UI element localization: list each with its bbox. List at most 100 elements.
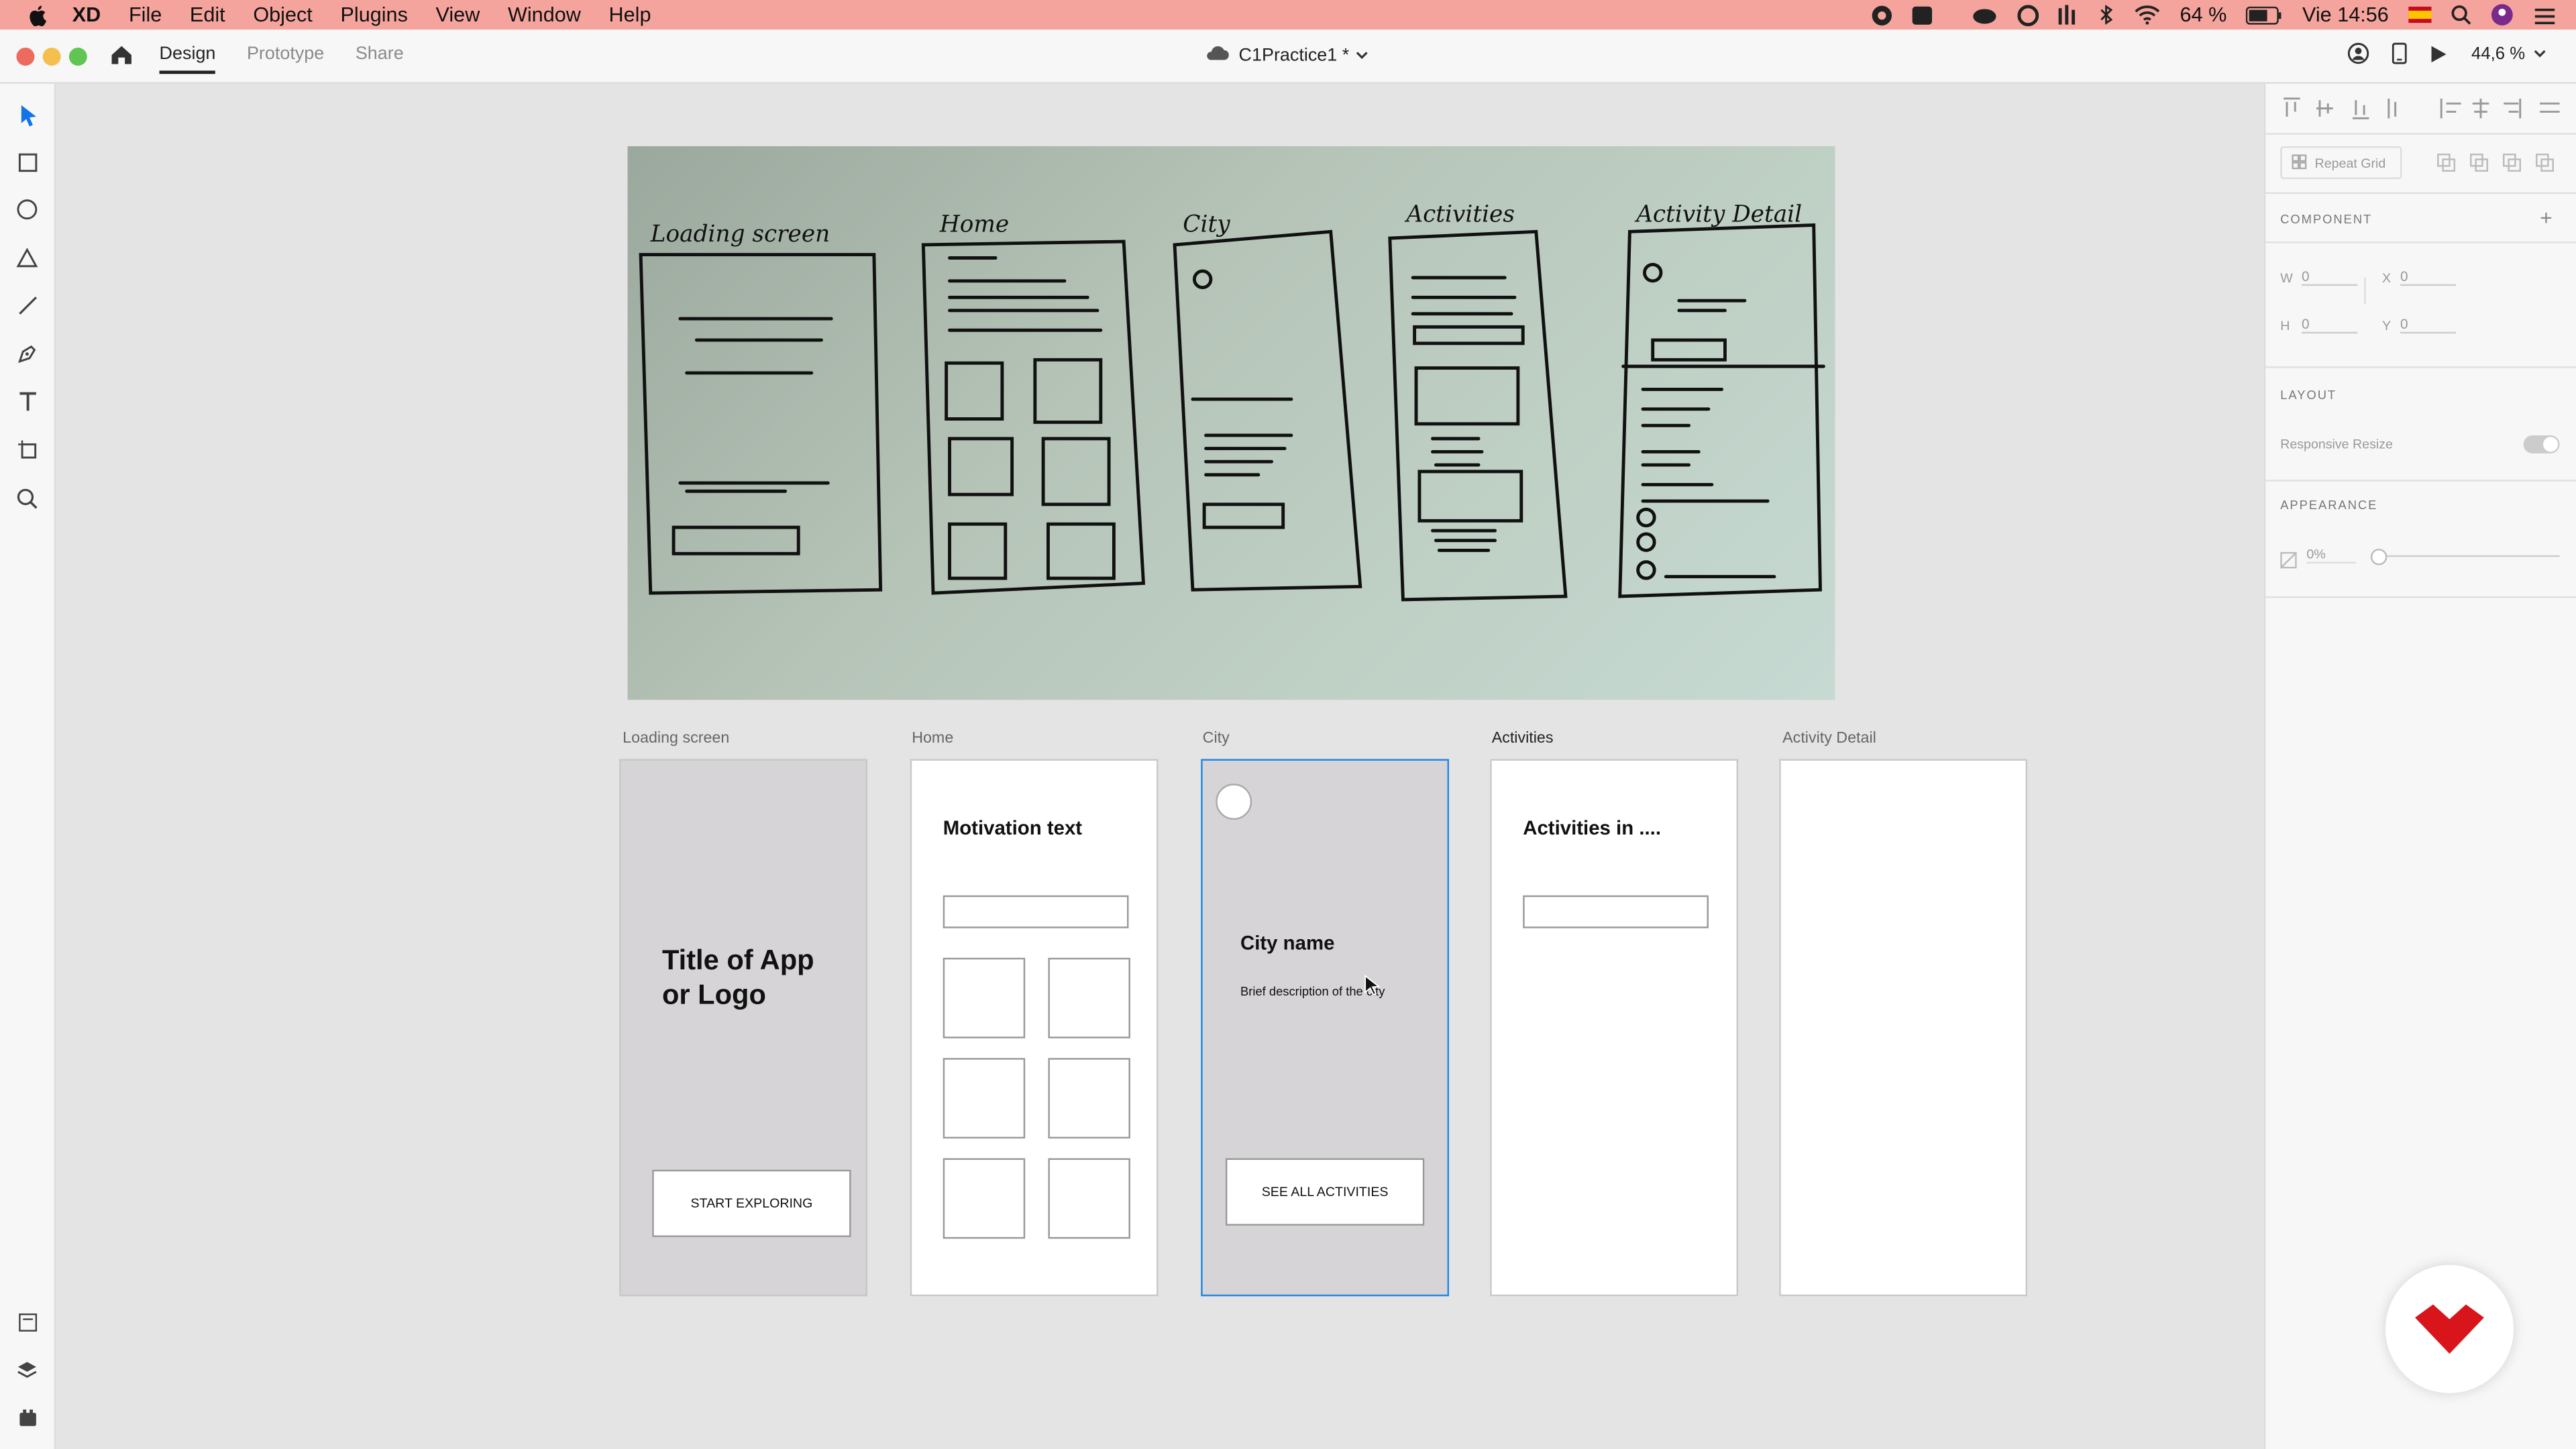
flag-icon[interactable]: [2408, 6, 2432, 23]
app-titlebar: Design Prototype Share C1Practice1 * 44,…: [0, 30, 2576, 84]
artboard-activity-detail[interactable]: [1779, 759, 2028, 1297]
menu-help[interactable]: Help: [609, 3, 651, 26]
line-tool-icon[interactable]: [15, 292, 40, 317]
pen-tool-icon[interactable]: [15, 341, 40, 366]
artboard-label-detail[interactable]: Activity Detail: [1782, 729, 1876, 747]
menu-view[interactable]: View: [436, 3, 480, 26]
text-tool-icon[interactable]: [15, 389, 40, 414]
see-all-activities-button[interactable]: SEE ALL ACTIVITIES: [1225, 1158, 1425, 1226]
artboard-label-activities[interactable]: Activities: [1492, 729, 1554, 747]
menu-object[interactable]: Object: [253, 3, 313, 26]
battery-icon[interactable]: [2246, 5, 2283, 24]
zoom-level[interactable]: 44,6 %: [2471, 44, 2525, 63]
responsive-resize-label: Responsive Resize: [2280, 437, 2393, 452]
clock[interactable]: Vie 14:56: [2302, 3, 2389, 26]
home-icon[interactable]: [110, 44, 133, 74]
menu-plugins[interactable]: Plugins: [340, 3, 407, 26]
control-center-icon[interactable]: [2533, 5, 2556, 25]
search-input[interactable]: [943, 895, 1129, 928]
height-label: H: [2280, 319, 2290, 334]
repeat-grid-label: Repeat Grid: [2314, 155, 2386, 170]
artboard-city[interactable]: City name Brief description of the city …: [1201, 759, 1450, 1297]
brand-logo: [2385, 1265, 2514, 1393]
artboard-label-city[interactable]: City: [1203, 729, 1230, 747]
zoom-tool-icon[interactable]: [15, 486, 40, 511]
menu-edit[interactable]: Edit: [190, 3, 225, 26]
add-component-icon[interactable]: +: [2540, 205, 2553, 230]
activities-heading: Activities in ....: [1523, 816, 1662, 840]
city-avatar-circle[interactable]: [1216, 784, 1252, 820]
grid-card[interactable]: [1048, 1058, 1130, 1139]
minimize-window-button[interactable]: [42, 48, 61, 66]
select-tool-icon[interactable]: [15, 102, 40, 127]
close-window-button[interactable]: [16, 48, 35, 66]
artboard-label-loading[interactable]: Loading screen: [623, 729, 729, 747]
y-input[interactable]: 0: [2400, 315, 2457, 334]
tab-share[interactable]: Share: [356, 44, 404, 74]
align-icons[interactable]: [2280, 97, 2563, 119]
document-assets-icon[interactable]: [15, 1309, 40, 1334]
x-input[interactable]: 0: [2400, 268, 2457, 286]
grid-card[interactable]: [943, 1058, 1026, 1139]
lock-aspect-link[interactable]: [2364, 277, 2366, 305]
artboard-label-home[interactable]: Home: [912, 729, 953, 747]
apple-icon[interactable]: [26, 3, 49, 26]
artboard-home[interactable]: Motivation text: [910, 759, 1159, 1297]
app-title-text: Title of App or Logo: [661, 945, 814, 1011]
cloud-sync-icon[interactable]: [1972, 5, 1998, 24]
grid-card[interactable]: [1048, 957, 1130, 1038]
artboard-activities[interactable]: Activities in ....: [1490, 759, 1739, 1297]
grid-card[interactable]: [943, 1158, 1026, 1239]
ellipse-tool-icon[interactable]: [15, 197, 40, 222]
width-label: W: [2280, 271, 2293, 286]
height-input[interactable]: 0: [2302, 315, 2358, 334]
zoom-chevron-down-icon[interactable]: [2533, 48, 2546, 58]
grid-card[interactable]: [943, 957, 1026, 1038]
search-icon[interactable]: [2451, 5, 2471, 25]
artboard-loading[interactable]: Title of App or Logo START EXPLORING: [619, 759, 868, 1297]
grid-card[interactable]: [1048, 1158, 1130, 1239]
bluetooth-icon[interactable]: [2098, 5, 2114, 25]
screen-icon[interactable]: [1912, 5, 1951, 24]
audio-meter-icon[interactable]: [2058, 5, 2078, 25]
menu-app-name[interactable]: XD: [72, 3, 101, 26]
sketch-label-home: Home: [939, 211, 1009, 237]
creative-cloud-icon[interactable]: [2017, 4, 2039, 25]
layers-icon[interactable]: [15, 1357, 40, 1382]
record-icon[interactable]: [1871, 4, 1892, 25]
start-exploring-button[interactable]: START EXPLORING: [652, 1169, 851, 1238]
battery-percent[interactable]: 64 %: [2180, 3, 2227, 26]
menu-file[interactable]: File: [129, 3, 162, 26]
motivation-text: Motivation text: [943, 816, 1083, 840]
share-user-icon[interactable]: [2348, 42, 2369, 64]
artboard-tool-icon[interactable]: [15, 437, 40, 462]
activities-search-input[interactable]: [1523, 895, 1709, 928]
user-avatar-icon[interactable]: [2491, 3, 2514, 26]
wireframe-sketch-photo[interactable]: Loading screen Home City Activities Acti…: [627, 146, 1835, 700]
sketch-label-detail: Activity Detail: [1634, 201, 1802, 228]
polygon-tool-icon[interactable]: [15, 245, 40, 270]
tab-design[interactable]: Design: [159, 44, 216, 74]
wifi-icon[interactable]: [2134, 5, 2160, 25]
opacity-slider[interactable]: [2370, 548, 2560, 566]
rectangle-tool-icon[interactable]: [15, 150, 40, 174]
cloud-icon: [1204, 44, 1229, 66]
tools-toolbar: [0, 83, 56, 1449]
boolean-ops-icons[interactable]: [2436, 151, 2561, 180]
width-input[interactable]: 0: [2302, 268, 2358, 286]
repeat-grid-button[interactable]: Repeat Grid: [2280, 146, 2402, 179]
opacity-icon: [2280, 547, 2297, 577]
plugins-icon[interactable]: [15, 1405, 40, 1430]
responsive-resize-toggle[interactable]: [2523, 435, 2560, 453]
opacity-input[interactable]: 0%: [2306, 547, 2356, 564]
tab-prototype[interactable]: Prototype: [247, 44, 324, 74]
sketch-label-activities: Activities: [1404, 201, 1515, 228]
document-title[interactable]: C1Practice1 *: [1204, 44, 1369, 66]
play-preview-icon[interactable]: [2430, 44, 2449, 63]
mouse-cursor-icon: [1364, 974, 1381, 996]
maximize-window-button[interactable]: [68, 48, 87, 66]
mobile-preview-icon[interactable]: [2392, 42, 2408, 64]
menu-window[interactable]: Window: [508, 3, 581, 26]
x-label: X: [2382, 271, 2392, 286]
sketch-drawing: Loading screen Home City Activities Acti…: [639, 201, 1825, 602]
